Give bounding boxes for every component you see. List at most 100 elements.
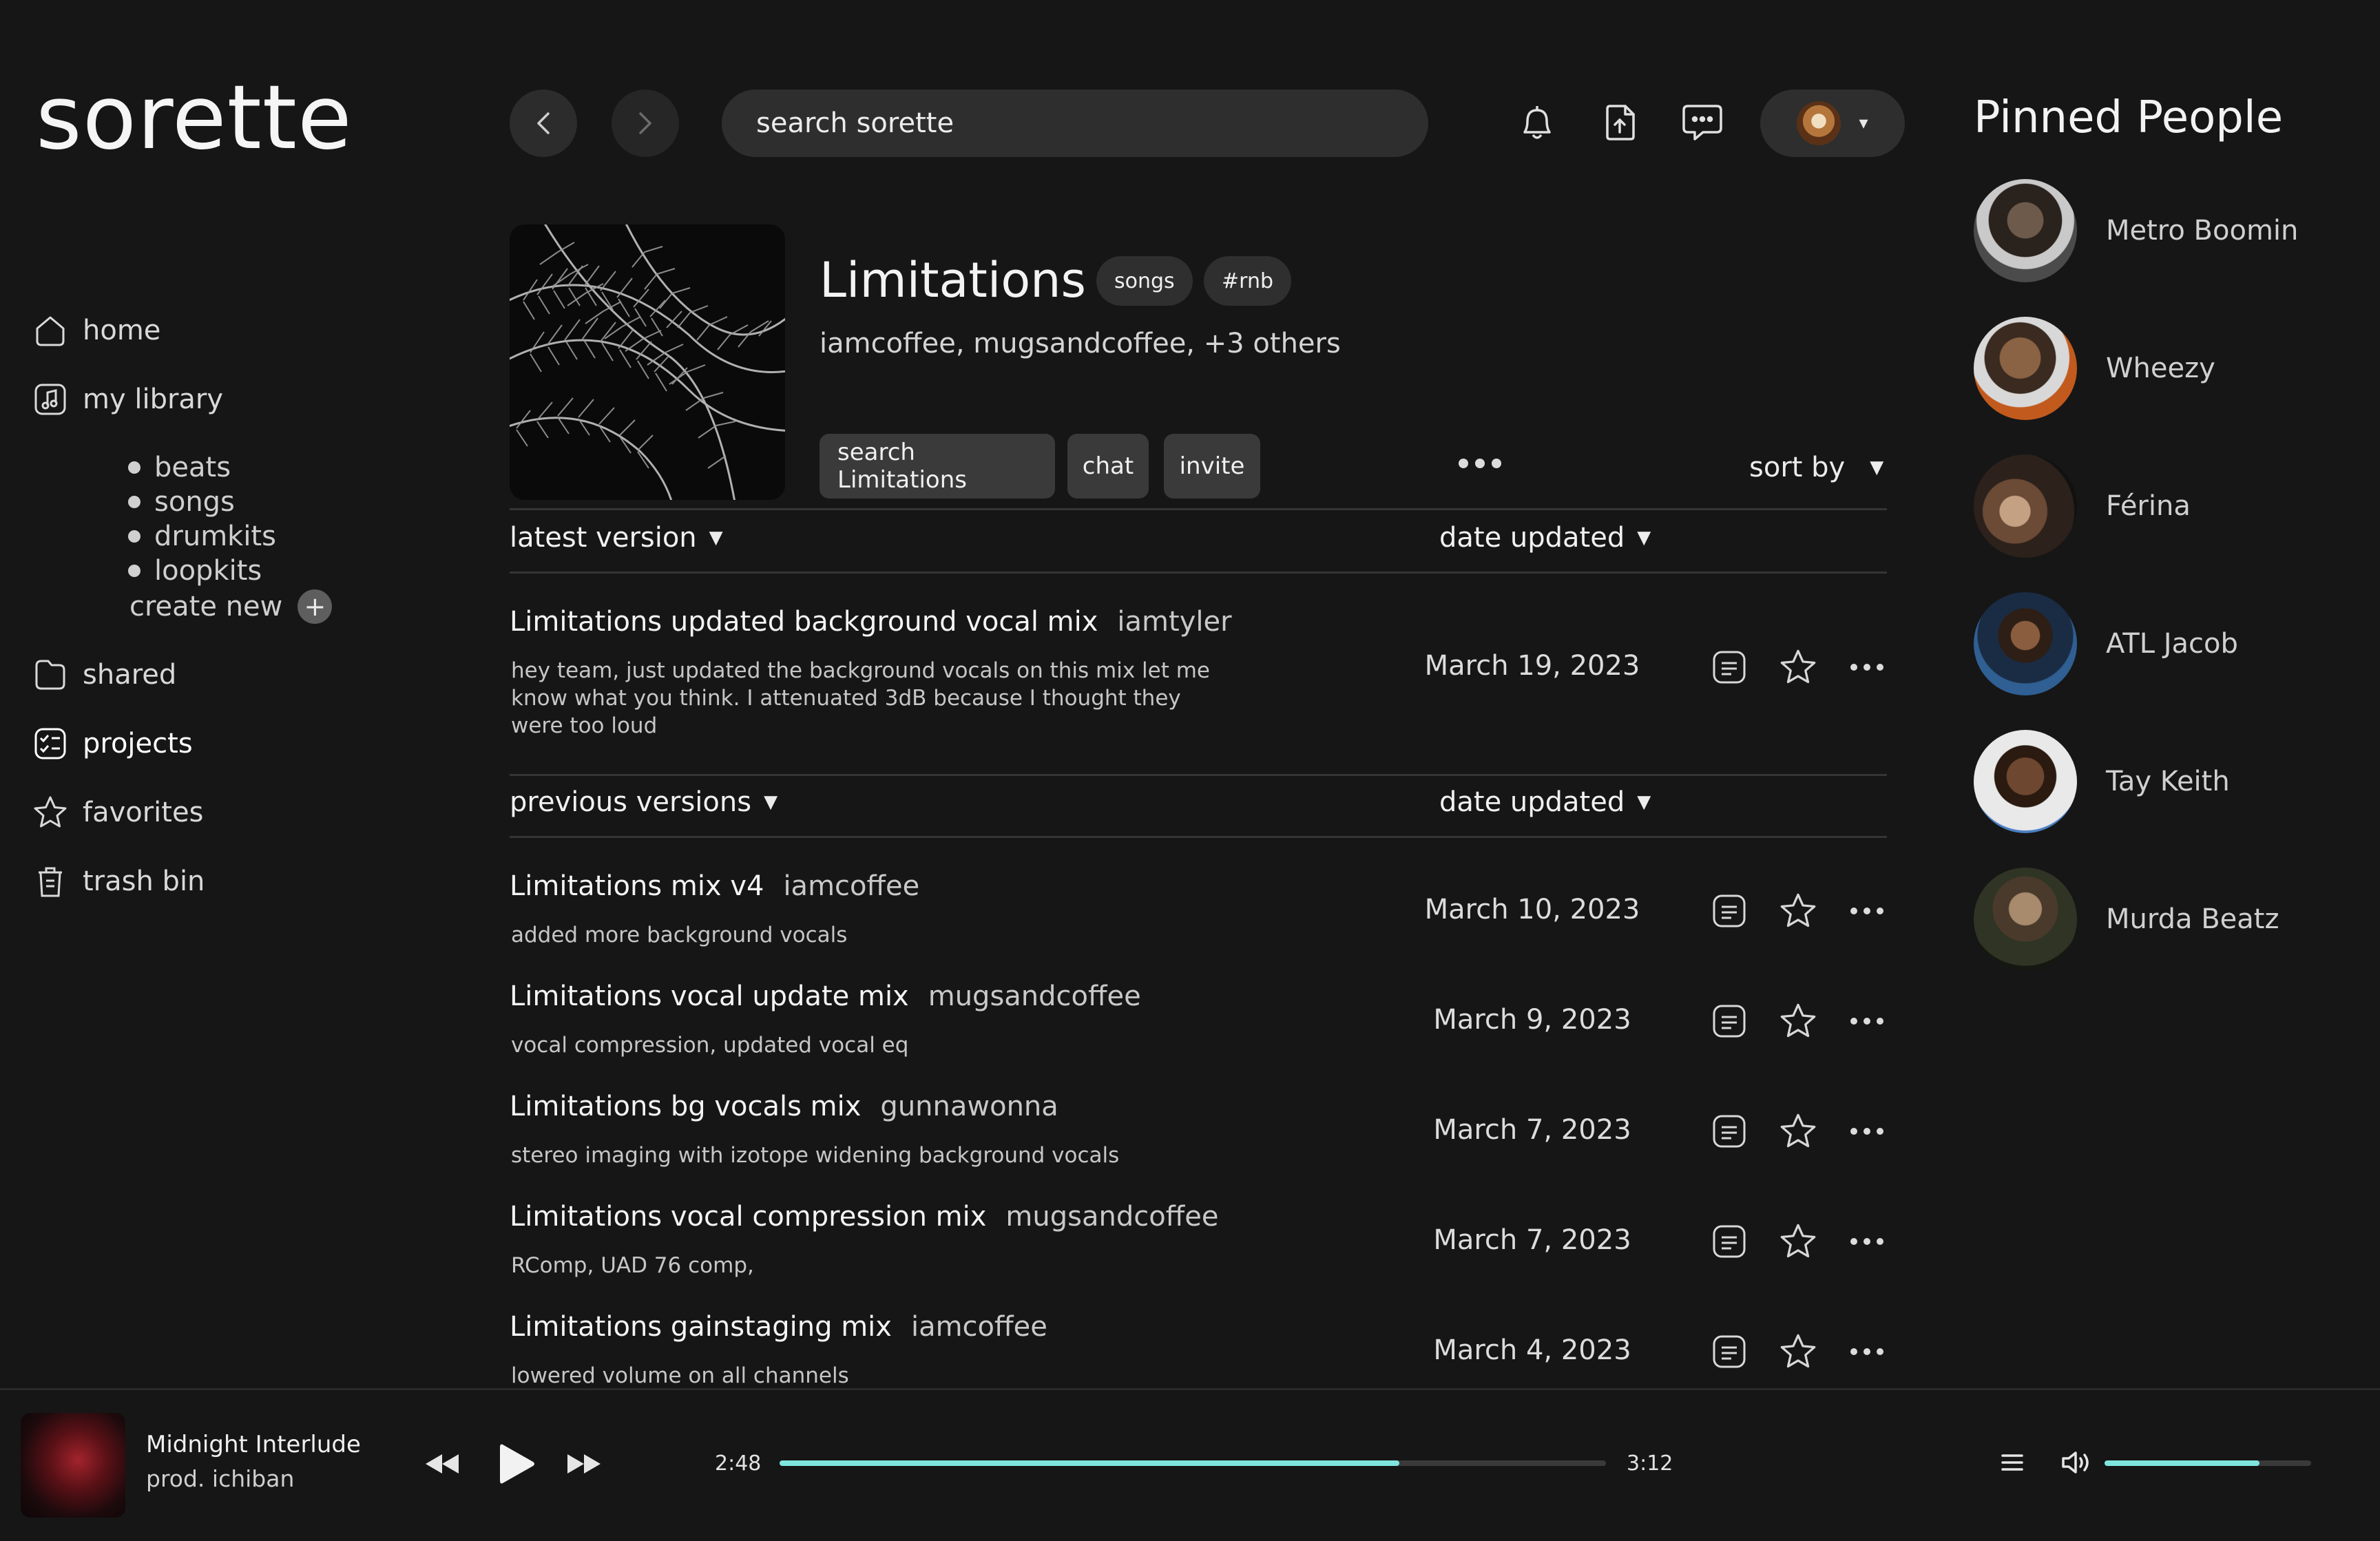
star-icon[interactable] [1778, 1001, 1818, 1041]
track-title[interactable]: Midnight Interlude [146, 1431, 361, 1458]
version-date: March 19, 2023 [1424, 650, 1640, 682]
project-collaborators[interactable]: iamcoffee, mugsandcoffee, +3 others [820, 328, 1341, 359]
pinned-person[interactable]: Metro Boomin [1974, 179, 2298, 282]
version-date: March 7, 2023 [1433, 1114, 1631, 1146]
more-options-icon[interactable] [1847, 1001, 1887, 1041]
row-actions [1709, 1222, 1887, 1261]
sidebar-subitem-loopkits[interactable]: loopkits [128, 554, 276, 588]
sidebar-item-label: trash bin [83, 866, 205, 897]
avatar [1974, 592, 2077, 695]
star-icon[interactable] [1778, 1222, 1818, 1261]
sidebar-item-shared[interactable]: shared [32, 654, 176, 695]
date-updated-sort[interactable]: date updated ▼ [1439, 522, 1651, 554]
pinned-person[interactable]: Wheezy [1974, 317, 2215, 420]
track-artwork[interactable] [21, 1413, 125, 1518]
pinned-person[interactable]: Tay Keith [1974, 730, 2230, 833]
play-button[interactable] [497, 1442, 536, 1486]
sidebar-item-projects[interactable]: projects [32, 723, 193, 764]
sort-by-dropdown[interactable]: sort by ▼ [1749, 452, 1883, 483]
fast-forward-button[interactable] [563, 1450, 605, 1478]
sidebar-subitem-songs[interactable]: songs [128, 485, 276, 519]
tag-rnb[interactable]: #rnb [1204, 256, 1291, 306]
plus-icon[interactable]: + [298, 589, 333, 624]
queue-button[interactable] [1997, 1449, 2027, 1476]
pinned-people-heading: Pinned People [1974, 92, 2284, 143]
volume-button[interactable] [2059, 1447, 2092, 1478]
progress-bar[interactable] [780, 1460, 1606, 1466]
avatar [1974, 317, 2077, 420]
forward-button[interactable] [612, 90, 679, 157]
more-options-icon[interactable] [1847, 647, 1887, 687]
caret-down-icon: ▼ [1637, 792, 1651, 813]
version-author[interactable]: mugsandcoffee [1005, 1201, 1218, 1233]
version-title[interactable]: Limitations gainstaging mix iamcoffee [510, 1311, 1047, 1343]
back-button[interactable] [510, 90, 577, 157]
previous-versions-toggle[interactable]: previous versions ▼ [510, 786, 777, 818]
version-title[interactable]: Limitations vocal update mix mugsandcoffe… [510, 981, 1141, 1012]
more-options-icon[interactable] [1847, 1332, 1887, 1372]
rewind-button[interactable] [421, 1450, 463, 1478]
search-project-button[interactable]: search Limitations [820, 434, 1055, 499]
rewind-icon [421, 1450, 463, 1478]
version-date: March 4, 2023 [1433, 1334, 1631, 1366]
pinned-person[interactable]: Férina [1974, 454, 2191, 558]
version-author[interactable]: iamtyler [1117, 606, 1231, 638]
sidebar-item-favorites[interactable]: favorites [32, 792, 203, 833]
track-producer[interactable]: prod. ichiban [146, 1465, 294, 1492]
more-options-icon[interactable] [1459, 459, 1501, 468]
more-options-icon[interactable] [1847, 1111, 1887, 1151]
queue-icon [1997, 1449, 2027, 1476]
divider [510, 572, 1887, 574]
sidebar-subitem-beats[interactable]: beats [128, 450, 276, 485]
notifications-button[interactable] [1510, 95, 1565, 150]
date-updated-sort[interactable]: date updated ▼ [1439, 786, 1651, 818]
search-input[interactable]: search sorette [722, 90, 1428, 157]
create-new-item[interactable]: create new + [129, 589, 333, 624]
messages-button[interactable] [1675, 95, 1730, 150]
chat-button[interactable]: chat [1067, 434, 1149, 499]
caret-down-icon: ▼ [764, 792, 778, 813]
star-icon[interactable] [1778, 1111, 1818, 1151]
notes-icon[interactable] [1709, 647, 1749, 687]
version-author[interactable]: mugsandcoffee [928, 981, 1141, 1012]
version-title[interactable]: Limitations vocal compression mix mugsand… [510, 1201, 1218, 1233]
more-options-icon[interactable] [1847, 1222, 1887, 1261]
version-author[interactable]: gunnawonna [880, 1091, 1058, 1122]
sidebar-subitem-drumkits[interactable]: drumkits [128, 519, 276, 554]
divider [510, 774, 1887, 776]
version-title[interactable]: Limitations mix v4 iamcoffee [510, 870, 919, 902]
sidebar-item-home[interactable]: home [32, 310, 160, 351]
bullet-icon [128, 530, 140, 543]
previous-versions-label: previous versions [510, 786, 752, 818]
total-time: 3:12 [1627, 1451, 1673, 1476]
pinned-person[interactable]: ATL Jacob [1974, 592, 2238, 695]
home-icon [32, 312, 69, 349]
more-options-icon[interactable] [1847, 891, 1887, 931]
latest-version-toggle[interactable]: latest version ▼ [510, 522, 723, 554]
sidebar-item-my-library[interactable]: my library [32, 379, 223, 420]
upload-icon [1598, 101, 1642, 145]
notes-icon[interactable] [1709, 1001, 1749, 1041]
version-title[interactable]: Limitations updated background vocal mix… [510, 606, 1232, 638]
app-logo[interactable]: sorette [36, 74, 353, 163]
profile-menu[interactable]: ▾ [1760, 90, 1905, 157]
version-author[interactable]: iamcoffee [783, 870, 919, 902]
tag-songs[interactable]: songs [1096, 256, 1193, 306]
star-icon[interactable] [1778, 647, 1818, 687]
invite-button[interactable]: invite [1164, 434, 1260, 499]
version-author[interactable]: iamcoffee [911, 1311, 1047, 1343]
star-icon[interactable] [1778, 891, 1818, 931]
upload-button[interactable] [1592, 95, 1647, 150]
sidebar-item-trash-bin[interactable]: trash bin [32, 861, 205, 902]
row-actions [1709, 647, 1887, 687]
star-icon[interactable] [1778, 1332, 1818, 1372]
version-title[interactable]: Limitations bg vocals mix gunnawonna [510, 1091, 1058, 1122]
notes-icon[interactable] [1709, 1111, 1749, 1151]
latest-version-label: latest version [510, 522, 697, 554]
play-icon [497, 1442, 536, 1486]
notes-icon[interactable] [1709, 1222, 1749, 1261]
notes-icon[interactable] [1709, 1332, 1749, 1372]
notes-icon[interactable] [1709, 891, 1749, 931]
volume-slider[interactable] [2105, 1460, 2311, 1466]
pinned-person[interactable]: Murda Beatz [1974, 868, 2279, 971]
